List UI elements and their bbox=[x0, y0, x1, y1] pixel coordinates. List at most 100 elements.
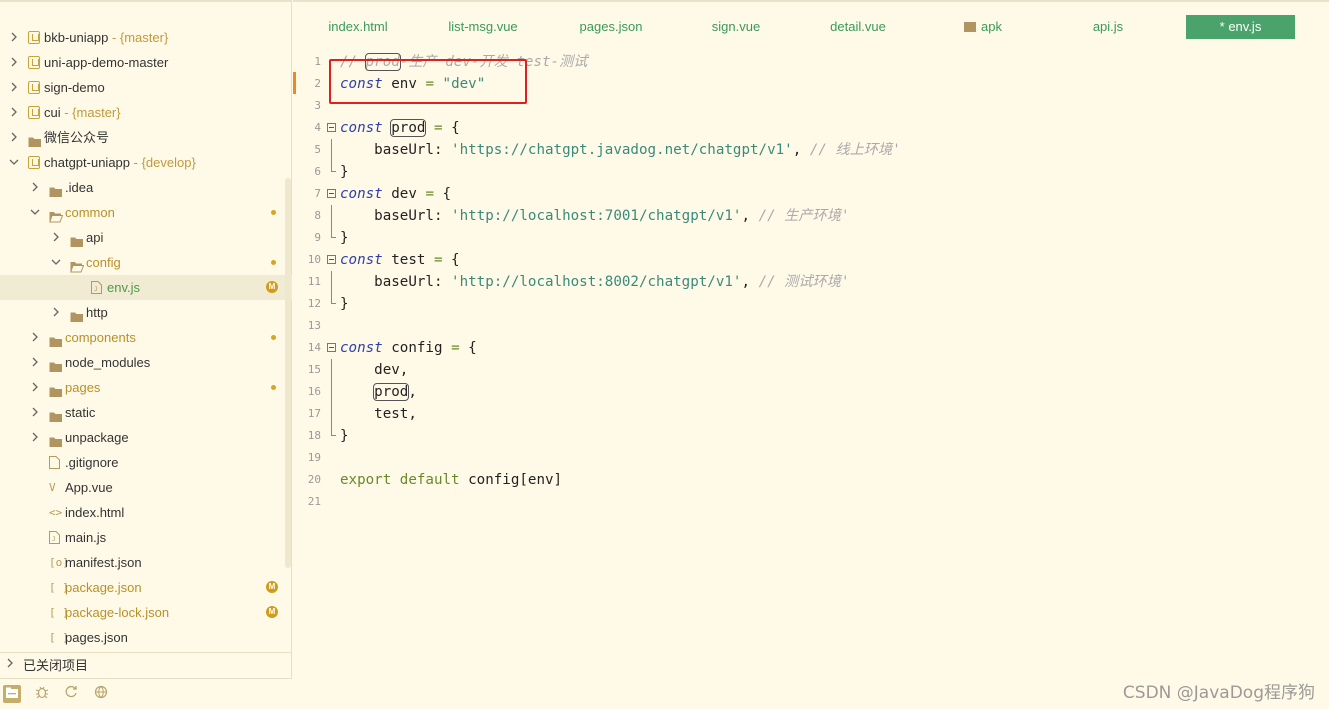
chevron-down-icon[interactable] bbox=[29, 200, 41, 225]
tree-item[interactable]: components bbox=[0, 325, 292, 350]
tree-item-label: unpackage bbox=[65, 430, 129, 445]
tree-item[interactable]: unpackage bbox=[0, 425, 292, 450]
fold-toggle-icon[interactable] bbox=[327, 123, 336, 132]
tree-item[interactable]: http bbox=[0, 300, 292, 325]
tree-item[interactable]: pages bbox=[0, 375, 292, 400]
chevron-right-icon[interactable] bbox=[8, 50, 20, 75]
closed-projects-row[interactable]: 已关闭项目 bbox=[0, 652, 292, 677]
line-number: 9 bbox=[314, 231, 321, 244]
tree-item[interactable]: common bbox=[0, 200, 292, 225]
chevron-right-icon[interactable] bbox=[8, 100, 20, 125]
chevron-down-icon[interactable] bbox=[8, 150, 20, 175]
tree-item[interactable]: Jmain.js bbox=[0, 525, 292, 550]
gutter-line: 1 bbox=[293, 51, 338, 73]
chevron-right-icon[interactable] bbox=[8, 25, 20, 50]
chevron-right-icon[interactable] bbox=[50, 300, 62, 325]
tree-item[interactable]: node_modules bbox=[0, 350, 292, 375]
project-icon bbox=[28, 156, 40, 169]
code-line[interactable]: dev, bbox=[340, 359, 1320, 381]
code-line[interactable]: } bbox=[340, 161, 1320, 183]
code-line[interactable]: baseUrl: 'http://localhost:8002/chatgpt/… bbox=[340, 271, 1320, 293]
chevron-right-icon[interactable] bbox=[29, 350, 41, 375]
browser-globe-icon[interactable] bbox=[92, 685, 110, 703]
fold-toggle-icon[interactable] bbox=[327, 255, 336, 264]
code-line[interactable]: const dev = { bbox=[340, 183, 1320, 205]
code-line[interactable]: } bbox=[340, 293, 1320, 315]
code-line[interactable] bbox=[340, 95, 1320, 117]
tree-item[interactable]: [o] manifest.json bbox=[0, 550, 292, 575]
editor-tab[interactable]: api.js bbox=[1063, 15, 1153, 39]
file-file-icon bbox=[49, 456, 63, 469]
code-line[interactable]: export default config[env] bbox=[340, 469, 1320, 491]
code-line[interactable]: // prod-生产 dev-开发 test-测试 bbox=[340, 51, 1320, 73]
fold-toggle-icon[interactable] bbox=[327, 343, 336, 352]
chevron-right-icon[interactable] bbox=[8, 125, 20, 150]
chevron-right-icon[interactable] bbox=[29, 175, 41, 200]
code-line[interactable]: baseUrl: 'https://chatgpt.javadog.net/ch… bbox=[340, 139, 1320, 161]
chevron-right-icon[interactable] bbox=[29, 375, 41, 400]
code-line[interactable] bbox=[340, 491, 1320, 513]
sidebar-top-border bbox=[0, 0, 292, 2]
editor-tab[interactable]: detail.vue bbox=[803, 15, 913, 39]
code-line[interactable]: test, bbox=[340, 403, 1320, 425]
editor-tab[interactable]: index.html bbox=[303, 15, 413, 39]
tree-item[interactable]: V App.vue bbox=[0, 475, 292, 500]
code-line[interactable]: } bbox=[340, 425, 1320, 447]
tree-item[interactable]: uni-app-demo-master bbox=[0, 50, 292, 75]
code-line[interactable]: const test = { bbox=[340, 249, 1320, 271]
code-line[interactable]: const env = "dev" bbox=[340, 73, 1320, 95]
editor-tab[interactable]: list-msg.vue bbox=[423, 15, 543, 39]
tree-item[interactable]: chatgpt-uniapp - {develop} bbox=[0, 150, 292, 175]
tree-item[interactable]: bkb-uniapp - {master} bbox=[0, 25, 292, 50]
tree-item[interactable]: .gitignore bbox=[0, 450, 292, 475]
modified-dot-icon bbox=[271, 335, 276, 340]
gutter-line: 10 bbox=[293, 249, 338, 271]
chevron-right-icon[interactable] bbox=[29, 425, 41, 450]
tree-item[interactable]: api bbox=[0, 225, 292, 250]
tree-item[interactable]: <> index.html bbox=[0, 500, 292, 525]
editor-tab[interactable]: pages.json bbox=[556, 15, 666, 39]
debug-bug-icon[interactable] bbox=[33, 685, 51, 703]
tree-item[interactable]: 微信公众号 bbox=[0, 125, 292, 150]
git-branch-label: - {master} bbox=[108, 30, 169, 45]
chevron-right-icon[interactable] bbox=[50, 225, 62, 250]
tree-item[interactable]: config bbox=[0, 250, 292, 275]
chevron-right-icon[interactable] bbox=[29, 325, 41, 350]
modified-dot-icon bbox=[271, 260, 276, 265]
tree-item[interactable]: [ ] package-lock.json M bbox=[0, 600, 292, 625]
tree-item[interactable]: [ ] package.json M bbox=[0, 575, 292, 600]
tree-item[interactable]: cui - {master} bbox=[0, 100, 292, 125]
editor-tab[interactable]: sign.vue bbox=[686, 15, 786, 39]
refresh-icon[interactable] bbox=[62, 685, 80, 703]
code-line[interactable] bbox=[340, 315, 1320, 337]
code-token: = bbox=[425, 186, 434, 202]
chevron-right-icon[interactable] bbox=[29, 400, 41, 425]
code-line[interactable]: const prod = { bbox=[340, 117, 1320, 139]
project-manager-icon[interactable] bbox=[3, 685, 21, 703]
sidebar-scrollbar[interactable] bbox=[285, 178, 291, 568]
code-line[interactable]: prod, bbox=[340, 381, 1320, 403]
code-line[interactable]: baseUrl: 'http://localhost:7001/chatgpt/… bbox=[340, 205, 1320, 227]
tree-item[interactable]: Jenv.js M bbox=[0, 275, 292, 300]
chevron-down-icon[interactable] bbox=[50, 250, 62, 275]
tree-item[interactable]: sign-demo bbox=[0, 75, 292, 100]
code-editor: index.html list-msg.vue pages.json sign.vue… bbox=[293, 0, 1329, 709]
code-line[interactable] bbox=[340, 447, 1320, 469]
tree-item[interactable]: .idea bbox=[0, 175, 292, 200]
editor-tab[interactable]: apk bbox=[933, 15, 1033, 39]
line-number: 3 bbox=[314, 99, 321, 112]
code-area[interactable]: // prod-生产 dev-开发 test-测试 const env = "de… bbox=[340, 51, 1320, 513]
tree-item-label: index.html bbox=[65, 505, 125, 520]
fold-guide-line bbox=[331, 271, 332, 293]
editor-tab[interactable]: * env.js bbox=[1186, 15, 1295, 39]
tree-item[interactable]: static bbox=[0, 400, 292, 425]
chevron-right-icon[interactable] bbox=[8, 75, 20, 100]
code-line[interactable]: } bbox=[340, 227, 1320, 249]
tree-item[interactable]: [ ] pages.json bbox=[0, 625, 292, 650]
tree-item-label: config bbox=[86, 255, 121, 270]
fold-toggle-icon[interactable] bbox=[327, 189, 336, 198]
svg-text:J: J bbox=[52, 536, 56, 543]
code-line[interactable]: const config = { bbox=[340, 337, 1320, 359]
